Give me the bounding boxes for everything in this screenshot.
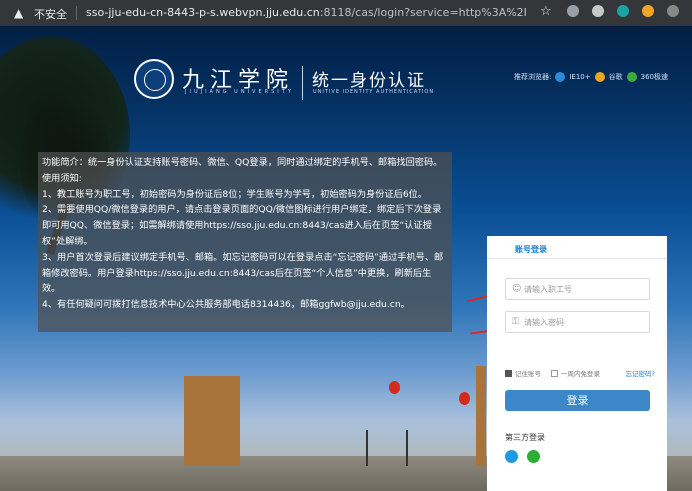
notice-line: 2、需要使用QQ/微信登录的用户，请点击登录页面的QQ/微信图标进行用户绑定，绑… — [42, 204, 442, 247]
browser-toolbar: ▲ 不安全 sso-jju-edu-cn-8443-p-s.webvpn.jju… — [0, 0, 692, 26]
tab-account-login[interactable]: 账号登录 — [515, 244, 547, 255]
background-gate-pillar — [184, 376, 240, 466]
background-balloon — [459, 392, 470, 405]
username-field[interactable]: ☺ — [505, 278, 650, 300]
browser-name: 谷歌 — [608, 73, 623, 81]
remember-account-option[interactable]: 记住账号 — [505, 368, 541, 378]
chrome-icon — [594, 72, 605, 82]
password-input[interactable] — [524, 315, 642, 329]
remember-account-checkbox[interactable] — [505, 369, 512, 377]
login-button[interactable]: 登录 — [505, 390, 650, 411]
password-field[interactable]: ⚿ — [505, 311, 650, 333]
background-gate-pillar — [476, 366, 486, 466]
header-divider — [302, 66, 303, 100]
extension-icon[interactable] — [592, 5, 604, 17]
university-name-en: JIUJIANG UNIVERSITY — [185, 89, 294, 95]
recommended-browsers: 推荐浏览器: IE10+ 谷歌 360极速 — [514, 72, 668, 82]
notice-line: 4、有任何疑问可拨打信息技术中心公共服务部电话8314436，邮箱ggfwb@j… — [42, 299, 410, 311]
360-icon — [626, 72, 637, 82]
address-bar[interactable]: sso-jju-edu-cn-8443-p-s.webvpn.jju.edu.c… — [86, 6, 526, 19]
extension-icon[interactable] — [642, 5, 654, 17]
auto-login-label: 一周内免登录 — [561, 370, 600, 378]
user-icon: ☺ — [512, 284, 522, 294]
lock-icon: ⚿ — [512, 317, 519, 327]
system-title: 统一身份认证 — [312, 71, 426, 91]
qq-icon[interactable] — [505, 450, 518, 463]
url-host: sso-jju-edu-cn-8443-p-s.webvpn.jju.edu.c… — [86, 6, 320, 19]
notice-line: 1、教工账号为职工号，初始密码为身份证后8位；学生账号为学号，初始密码为身份证后… — [42, 188, 428, 200]
auto-login-checkbox[interactable] — [551, 369, 558, 377]
address-divider — [76, 6, 77, 20]
security-label[interactable]: 不安全 — [34, 6, 67, 22]
star-icon[interactable]: ☆ — [540, 4, 552, 19]
ie-icon — [555, 72, 566, 82]
notice-line: 3、用户首次登录后建议绑定手机号、邮箱。如忘记密码可以在登录点击“忘记密码”通过… — [42, 251, 444, 295]
background-lamp — [366, 430, 368, 466]
wechat-icon[interactable] — [527, 450, 540, 463]
url-path: :8118/cas/login?service=http%3A%2F%2Fpor… — [319, 6, 526, 19]
remember-account-label: 记住账号 — [515, 370, 541, 378]
forgot-password-link[interactable]: 忘记密码? — [626, 368, 655, 378]
username-input[interactable] — [524, 282, 642, 296]
login-page: 九江学院 JIUJIANG UNIVERSITY 统一身份认证 UNITIVE … — [0, 26, 692, 491]
auto-login-option[interactable]: 一周内免登录 — [551, 368, 600, 378]
system-title-en: UNITIVE IDENTITY AUTHENTICATION — [313, 89, 435, 95]
background-lamp — [406, 430, 408, 466]
background-balloon — [389, 381, 400, 394]
recommended-browsers-label: 推荐浏览器: — [514, 73, 552, 81]
third-party-login-label: 第三方登录 — [505, 433, 545, 442]
tab-underline — [487, 258, 667, 259]
login-options: 记住账号 一周内免登录 忘记密码? — [505, 368, 655, 378]
extension-icon[interactable] — [617, 5, 629, 17]
browser-name: IE10+ — [569, 73, 591, 81]
notice-line: 功能简介：统一身份认证支持账号密码、微信、QQ登录，同时通过绑定的手机号、邮箱找… — [42, 157, 443, 168]
profile-avatar[interactable] — [667, 5, 679, 17]
university-logo — [134, 59, 174, 99]
browser-name: 360极速 — [640, 73, 668, 81]
extension-icon[interactable] — [567, 5, 579, 17]
usage-notice-panel: 功能简介：统一身份认证支持账号密码、微信、QQ登录，同时通过绑定的手机号、邮箱找… — [38, 152, 452, 332]
warning-triangle-icon[interactable]: ▲ — [14, 6, 23, 20]
notice-line: 使用须知: — [42, 172, 82, 184]
login-form: 账号登录 ☺ ⚿ 记住账号 一周内免登录 忘记密码? 登录 第三方登录 — [487, 236, 667, 491]
